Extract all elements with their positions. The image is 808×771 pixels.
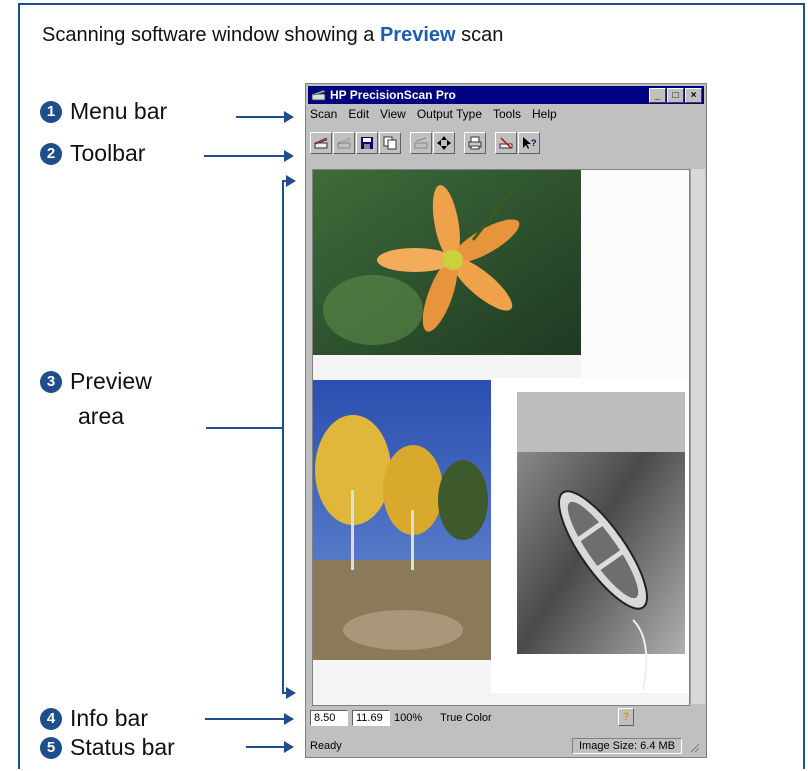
clear-icon <box>499 137 513 149</box>
menu-help[interactable]: Help <box>532 107 557 125</box>
menu-tools[interactable]: Tools <box>493 107 521 125</box>
caption-prefix: Scanning software window showing a <box>42 24 380 46</box>
info-bar: 8.50 11.69 100% True Color ? <box>310 708 634 728</box>
callout-status-bar: 5 Status bar <box>40 734 175 761</box>
copy-icon <box>383 136 397 150</box>
menu-view[interactable]: View <box>380 107 406 125</box>
callout-toolbar: 2 Toolbar <box>40 140 145 167</box>
minimize-button[interactable]: _ <box>649 88 666 103</box>
arrow-icon <box>284 150 294 162</box>
zoom-disabled-icon <box>414 137 428 149</box>
svg-text:?: ? <box>531 138 537 148</box>
leader-line <box>204 155 286 157</box>
menu-output-type[interactable]: Output Type <box>417 107 482 125</box>
scanner-window: HP PrecisionScan Pro _ □ × Scan Edit Vie… <box>305 83 707 758</box>
minimize-icon: _ <box>654 89 661 101</box>
width-field[interactable]: 8.50 <box>310 710 348 726</box>
print-icon <box>468 136 482 150</box>
print-button[interactable] <box>464 132 486 154</box>
preview-images <box>313 170 689 705</box>
bracket-line <box>282 180 284 693</box>
menu-edit[interactable]: Edit <box>348 107 369 125</box>
callout-info-bar: 4 Info bar <box>40 705 148 732</box>
resize-grip-icon[interactable] <box>688 741 700 753</box>
caption-suffix: scan <box>455 24 504 46</box>
boat-photo <box>491 378 689 693</box>
callout-number: 2 <box>40 142 62 165</box>
callout-number: 3 <box>40 370 62 393</box>
callout-label: Info bar <box>70 705 148 731</box>
callout-label: Preview <box>70 368 152 394</box>
height-field[interactable]: 11.69 <box>352 710 390 726</box>
help-icon: ? <box>622 711 630 723</box>
callout-preview-area: 3 Preview <box>40 368 152 395</box>
caption-highlight: Preview <box>379 24 456 46</box>
scan-icon <box>314 137 328 149</box>
scan-button[interactable] <box>310 132 332 154</box>
arrow-icon <box>284 713 294 725</box>
toolbar: ? <box>310 131 541 155</box>
figure-caption: Scanning software window showing a Previ… <box>42 24 503 47</box>
zoom-level: 100% <box>394 712 423 724</box>
window-title: HP PrecisionScan Pro <box>330 88 456 102</box>
callout-preview-area-line2: area <box>78 403 124 430</box>
rescan-button <box>333 132 355 154</box>
resize-icon <box>437 136 451 150</box>
resize-button[interactable] <box>433 132 455 154</box>
save-button[interactable] <box>356 132 378 154</box>
status-text: Ready <box>310 740 342 752</box>
leader-line <box>205 718 286 720</box>
callout-menu-bar: 1 Menu bar <box>40 98 167 125</box>
lily-photo <box>313 170 581 355</box>
preview-area[interactable] <box>312 169 690 706</box>
callout-label: Toolbar <box>70 140 146 166</box>
save-icon <box>361 137 373 149</box>
callout-label: Menu bar <box>70 98 168 124</box>
scan-disabled-icon <box>337 137 351 149</box>
vertical-scrollbar[interactable] <box>690 169 705 704</box>
callout-number: 4 <box>40 707 62 730</box>
image-size-status: Image Size: 6.4 MB <box>572 738 682 754</box>
menu-scan[interactable]: Scan <box>310 107 337 125</box>
leader-line <box>236 116 286 118</box>
callout-label: Status bar <box>70 734 175 760</box>
arrow-icon <box>284 741 294 753</box>
clear-button[interactable] <box>495 132 517 154</box>
copy-button[interactable] <box>379 132 401 154</box>
leader-line <box>246 746 286 748</box>
callout-label: area <box>78 403 125 429</box>
close-button[interactable]: × <box>685 88 702 103</box>
output-type-label: True Color <box>440 712 492 724</box>
arrow-icon <box>284 111 294 123</box>
help-pointer-icon: ? <box>523 137 537 149</box>
status-bar: Ready Image Size: 6.4 MB <box>310 737 702 755</box>
context-help-button[interactable]: ? <box>518 132 540 154</box>
arrow-icon <box>286 687 296 699</box>
menu-bar: Scan Edit View Output Type Tools Help <box>310 107 568 125</box>
leader-line <box>206 427 282 429</box>
arrow-icon <box>286 175 296 187</box>
callout-number: 1 <box>40 100 62 123</box>
close-icon: × <box>690 89 697 101</box>
zoom-button <box>410 132 432 154</box>
info-help-button[interactable]: ? <box>618 708 634 726</box>
title-bar[interactable]: HP PrecisionScan Pro _ □ × <box>308 86 704 104</box>
maximize-button[interactable]: □ <box>667 88 684 103</box>
aspen-photo <box>313 380 493 660</box>
callout-number: 5 <box>40 736 62 759</box>
maximize-icon: □ <box>672 89 679 101</box>
scanner-app-icon <box>311 89 326 101</box>
